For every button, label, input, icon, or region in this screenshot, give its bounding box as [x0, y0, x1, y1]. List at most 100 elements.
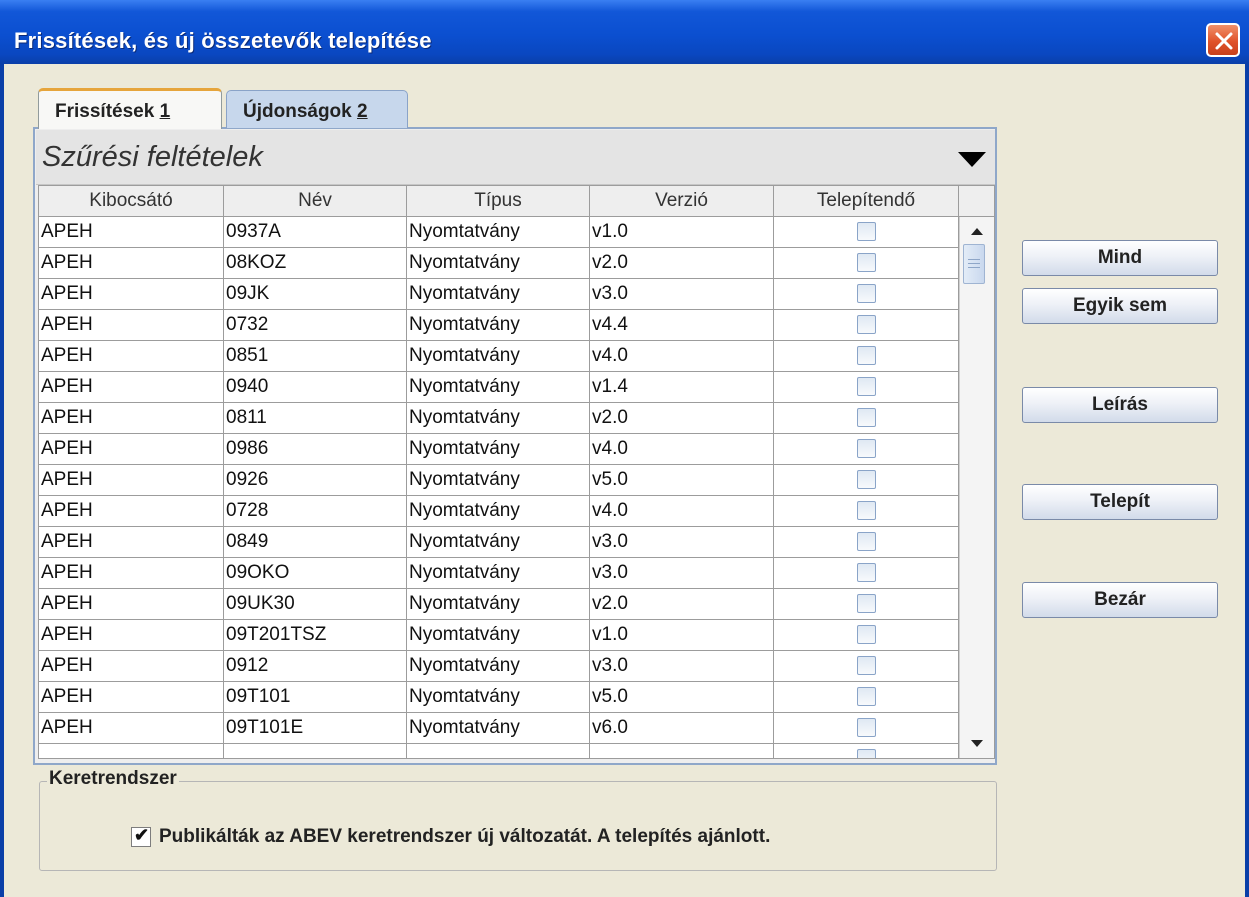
cell-version: v3.0 [590, 279, 774, 310]
cell-issuer: APEH [39, 310, 224, 341]
install-checkbox[interactable] [856, 718, 876, 737]
cell-name: 09JK [224, 279, 407, 310]
install-checkbox[interactable] [856, 687, 876, 706]
cell-name: 0926 [224, 465, 407, 496]
cell-type: Nyomtatvány [407, 403, 590, 434]
cell-issuer: APEH [39, 403, 224, 434]
cell-issuer: APEH [39, 496, 224, 527]
install-checkbox[interactable] [856, 625, 876, 644]
cell-install [774, 527, 959, 558]
scroll-up-button[interactable] [960, 217, 994, 247]
cell-type: Nyomtatvány [407, 372, 590, 403]
install-checkbox[interactable] [856, 501, 876, 520]
table-row[interactable]: APEH 09T101 Nyomtatvány v5.0 [39, 682, 959, 713]
tab-updates[interactable]: Frissítések 1 [38, 88, 222, 129]
column-header-issuer[interactable]: Kibocsátó [39, 186, 224, 216]
cell-issuer: APEH [39, 527, 224, 558]
cell-name: 09OKO [224, 558, 407, 589]
cell-type: Nyomtatvány [407, 527, 590, 558]
cell-name: 09T101 [224, 682, 407, 713]
table-row[interactable]: APEH 09OKO Nyomtatvány v3.0 [39, 558, 959, 589]
table-row[interactable]: APEH 0926 Nyomtatvány v5.0 [39, 465, 959, 496]
cell-name: 09T201TSZ [224, 620, 407, 651]
install-checkbox[interactable] [856, 377, 876, 396]
column-header-version[interactable]: Verzió [590, 186, 774, 216]
install-checkbox[interactable] [856, 315, 876, 334]
scroll-down-button[interactable] [960, 728, 994, 758]
install-checkbox[interactable] [856, 563, 876, 582]
tab-updates-label: Frissítések [55, 101, 160, 122]
table-row[interactable]: APEH 0849 Nyomtatvány v3.0 [39, 527, 959, 558]
cell-install [774, 465, 959, 496]
table-row[interactable]: APEH 0940 Nyomtatvány v1.4 [39, 372, 959, 403]
dropdown-arrow-icon [958, 152, 986, 167]
cell-install [774, 620, 959, 651]
table-row[interactable]: APEH 0912 Nyomtatvány v3.0 [39, 651, 959, 682]
install-checkbox[interactable] [856, 656, 876, 675]
cell-name: 0940 [224, 372, 407, 403]
cell-install [774, 744, 959, 758]
vertical-scrollbar[interactable] [959, 217, 994, 758]
table-row[interactable] [39, 744, 959, 758]
select-all-button[interactable]: Mind [1022, 240, 1218, 276]
install-checkbox[interactable] [856, 532, 876, 551]
title-bar[interactable]: Frissítések, és új összetevők telepítése [0, 0, 1249, 64]
cell-name [224, 744, 407, 758]
framework-checkbox-label[interactable]: Publikálták az ABEV keretrendszer új vál… [159, 826, 770, 848]
cell-install [774, 496, 959, 527]
close-icon [1215, 32, 1233, 50]
cell-version: v1.0 [590, 217, 774, 248]
cell-type: Nyomtatvány [407, 496, 590, 527]
table-row[interactable]: APEH 0728 Nyomtatvány v4.0 [39, 496, 959, 527]
cell-install [774, 434, 959, 465]
cell-install [774, 558, 959, 589]
dialog-content: Frissítések 1 Újdonságok 2 Szűrési felté… [4, 64, 1245, 897]
table-row[interactable]: APEH 08KOZ Nyomtatvány v2.0 [39, 248, 959, 279]
table-row[interactable]: APEH 0937A Nyomtatvány v1.0 [39, 217, 959, 248]
table-row[interactable]: APEH 0732 Nyomtatvány v4.4 [39, 310, 959, 341]
column-header-name[interactable]: Név [224, 186, 407, 216]
cell-version: v4.0 [590, 341, 774, 372]
cell-version: v5.0 [590, 682, 774, 713]
cell-issuer: APEH [39, 465, 224, 496]
install-checkbox[interactable] [856, 594, 876, 613]
install-checkbox[interactable] [856, 749, 876, 758]
install-checkbox[interactable] [856, 253, 876, 272]
cell-install [774, 217, 959, 248]
tab-news[interactable]: Újdonságok 2 [226, 90, 408, 128]
install-checkbox[interactable] [856, 284, 876, 303]
cell-name: 0912 [224, 651, 407, 682]
filter-label: Szűrési feltételek [42, 141, 263, 173]
table-row[interactable]: APEH 09UK30 Nyomtatvány v2.0 [39, 589, 959, 620]
table-row[interactable]: APEH 0811 Nyomtatvány v2.0 [39, 403, 959, 434]
cell-issuer [39, 744, 224, 758]
cell-version: v3.0 [590, 527, 774, 558]
framework-checkbox[interactable]: ✔ [131, 825, 151, 847]
cell-type: Nyomtatvány [407, 558, 590, 589]
install-checkbox[interactable] [856, 346, 876, 365]
install-checkbox[interactable] [856, 439, 876, 458]
cell-version: v6.0 [590, 713, 774, 744]
cell-type: Nyomtatvány [407, 589, 590, 620]
framework-group-title: Keretrendszer [47, 768, 179, 790]
column-header-install[interactable]: Telepítendő [774, 186, 959, 216]
close-dialog-button[interactable]: Bezár [1022, 582, 1218, 618]
scroll-thumb[interactable] [963, 244, 985, 284]
table-row[interactable]: APEH 09JK Nyomtatvány v3.0 [39, 279, 959, 310]
cell-name: 0937A [224, 217, 407, 248]
cell-version: v4.4 [590, 310, 774, 341]
close-button[interactable] [1206, 23, 1240, 57]
install-checkbox[interactable] [856, 408, 876, 427]
description-button[interactable]: Leírás [1022, 387, 1218, 423]
install-button[interactable]: Telepít [1022, 484, 1218, 520]
cell-install [774, 403, 959, 434]
column-header-type[interactable]: Típus [407, 186, 590, 216]
table-row[interactable]: APEH 09T201TSZ Nyomtatvány v1.0 [39, 620, 959, 651]
install-checkbox[interactable] [856, 222, 876, 241]
install-checkbox[interactable] [856, 470, 876, 489]
select-none-button[interactable]: Egyik sem [1022, 288, 1218, 324]
filter-toggle[interactable]: Szűrési feltételek [36, 130, 995, 185]
table-row[interactable]: APEH 0851 Nyomtatvány v4.0 [39, 341, 959, 372]
table-row[interactable]: APEH 0986 Nyomtatvány v4.0 [39, 434, 959, 465]
table-row[interactable]: APEH 09T101E Nyomtatvány v6.0 [39, 713, 959, 744]
